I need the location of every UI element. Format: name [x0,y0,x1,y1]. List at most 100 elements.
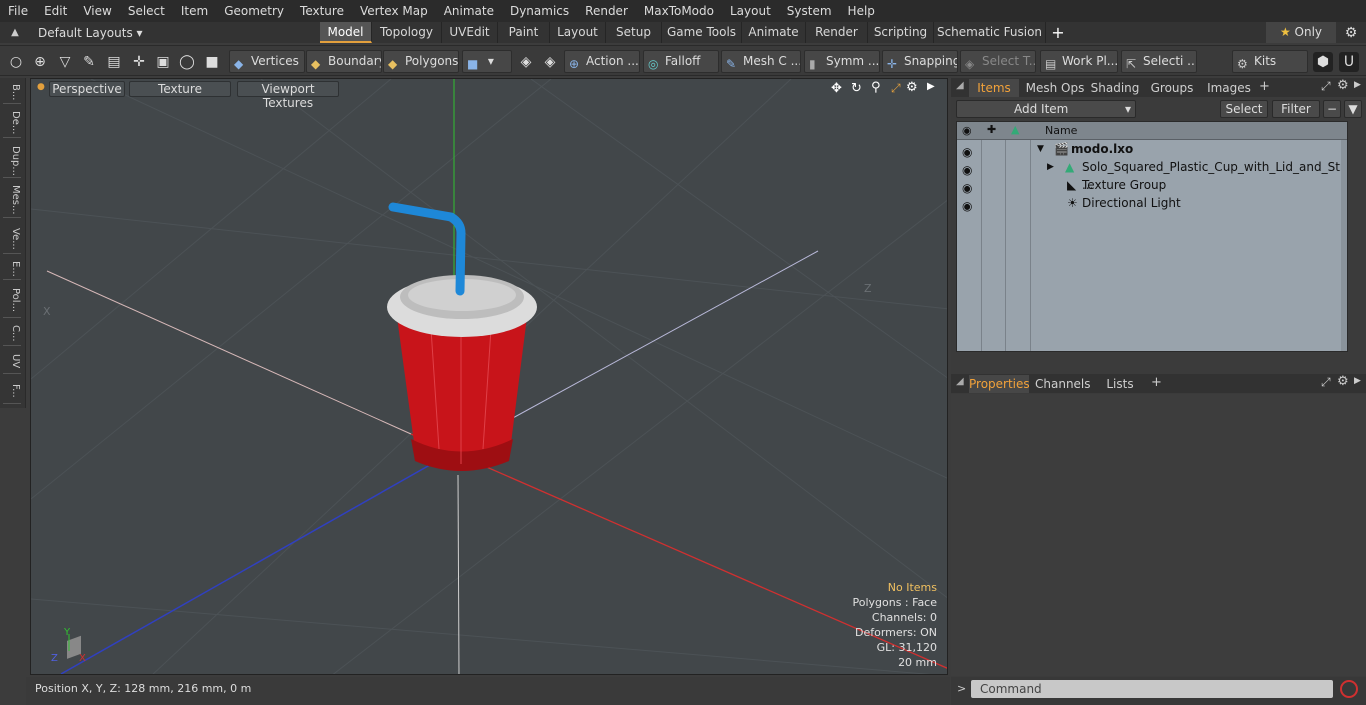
left-tab-curve[interactable]: C... [3,322,21,346]
collapse-icon[interactable]: − [1323,100,1341,118]
add-tab-icon[interactable]: + [1046,23,1070,42]
item-row-scene[interactable]: ◉ ▼ 🎬 modo.lxo [957,140,1347,159]
item-row-directional-light[interactable]: ◉ ☀ Directional Light [957,194,1347,213]
add-panel-tab-icon[interactable]: + [1259,79,1270,94]
viewport-options-dot[interactable]: ● [37,82,45,92]
zoom-view-icon[interactable]: ⚲ [871,80,881,95]
visibility-column-icon[interactable]: ◉ [962,124,972,137]
tab-channels[interactable]: Channels [1035,375,1091,393]
symmetry-button[interactable]: ▮ Symm ... [804,50,880,73]
left-tab-duplicate[interactable]: Dup... [3,144,21,178]
eye-icon[interactable]: ◉ [962,197,974,213]
tab-layout[interactable]: Layout [550,22,606,43]
properties-gear-icon[interactable]: ⚙ [1337,374,1349,389]
3d-viewport[interactable]: X Z Y Z X ● Perspective Texture Viewport… [30,78,948,675]
expand-arrow-icon[interactable]: ▶ [1047,158,1054,176]
menu-animate[interactable]: Animate [436,0,502,22]
panel-arrow-icon[interactable]: ▶ [1354,80,1361,90]
left-tab-basic[interactable]: B... [3,82,21,104]
menu-edit[interactable]: Edit [36,0,75,22]
viewport-settings-icon[interactable]: ⚙ [906,80,918,95]
pen-icon[interactable]: ▽ [55,52,75,72]
layers-icon[interactable]: ▤ [104,52,124,72]
properties-arrow-icon[interactable]: ▶ [1354,376,1361,386]
cup-model[interactable] [387,202,537,471]
tab-shading[interactable]: Shading [1089,79,1141,97]
eye-icon[interactable]: ◉ [962,161,974,177]
polygons-button[interactable]: ◆ Polygons [383,50,459,73]
menu-texture[interactable]: Texture [292,0,352,22]
expand-arrow-icon[interactable]: ▼ [1037,140,1044,158]
menu-layout[interactable]: Layout [722,0,779,22]
tab-schematic-fusion[interactable]: Schematic Fusion [934,22,1046,43]
panel-expand-icon[interactable]: ⤢ [1321,79,1331,94]
menu-select[interactable]: Select [120,0,173,22]
perspective-button[interactable]: Perspective [49,81,125,97]
tab-uvedit[interactable]: UVEdit [442,22,498,43]
type-column-icon[interactable]: ▲ [1011,123,1019,136]
gear-icon[interactable]: ⚙ [1336,25,1366,41]
panel-gear-icon[interactable]: ⚙ [1337,78,1349,93]
only-toggle[interactable]: ★ Only [1266,22,1336,43]
work-plane-button[interactable]: ▤ Work Pl... [1040,50,1118,73]
texture-button[interactable]: Texture [129,81,231,97]
menu-system[interactable]: System [779,0,840,22]
name-column-header[interactable]: Name [1045,124,1077,137]
tab-topology[interactable]: Topology [372,22,442,43]
tab-mesh-ops[interactable]: Mesh Ops [1025,79,1085,97]
menu-dynamics[interactable]: Dynamics [502,0,577,22]
left-tab-polygon[interactable]: Pol... [3,284,21,318]
tab-animate[interactable]: Animate [742,22,806,43]
menu-file[interactable]: File [0,0,36,22]
panel-menu-icon[interactable]: ◢ [956,80,964,91]
cube-icon[interactable]: ■ [202,52,222,72]
menu-item[interactable]: Item [173,0,216,22]
item-row-texture-group[interactable]: ◉ ◣ Texture Group [957,176,1347,195]
mesh-constraint-button[interactable]: ✎ Mesh C ... [721,50,801,73]
menu-geometry[interactable]: Geometry [216,0,292,22]
action-center-button[interactable]: ⊕ Action ... [564,50,640,73]
add-properties-tab-icon[interactable]: + [1151,375,1162,390]
filter-funnel-icon[interactable]: ▼ [1344,100,1362,118]
eye-icon[interactable]: ◉ [962,143,974,159]
snap-box-icon[interactable]: ▣ [153,52,173,72]
left-tab-vertex[interactable]: Ve... [3,224,21,254]
tab-game-tools[interactable]: Game Tools [662,22,742,43]
viewport-expand-icon[interactable]: ▶ [927,81,935,92]
unreal-icon[interactable]: U [1339,52,1359,72]
left-tab-edge[interactable]: E... [3,258,21,280]
record-icon[interactable] [1340,680,1358,698]
properties-menu-icon[interactable]: ◢ [956,376,964,387]
tab-groups[interactable]: Groups [1147,79,1197,97]
tab-paint[interactable]: Paint [498,22,550,43]
left-tab-deform[interactable]: De... [3,108,21,138]
filter-button[interactable]: Filter [1272,100,1320,118]
item-mode-dropdown[interactable]: ■ ▾ [462,50,512,73]
left-tab-fusion[interactable]: F... [3,378,21,404]
eye-icon[interactable]: ◉ [962,179,974,195]
maximize-view-icon[interactable]: ⤢ [891,81,901,96]
tab-lists[interactable]: Lists [1097,375,1143,393]
add-item-dropdown[interactable]: Add Item ▾ [956,100,1136,118]
select-through-button[interactable]: ◈ Select T... [960,50,1036,73]
menu-view[interactable]: View [75,0,119,22]
left-tab-uv[interactable]: UV [3,350,21,374]
globe-icon[interactable]: ⊕ [30,52,50,72]
vertices-button[interactable]: ◆ Vertices [229,50,305,73]
lock-column-icon[interactable]: ✚ [987,123,996,136]
menu-render[interactable]: Render [577,0,636,22]
rotate-icon[interactable]: ◯ [177,52,197,72]
falloff-button[interactable]: ◎ Falloff [643,50,719,73]
symmetry-shield-icon[interactable]: ◈ [516,52,536,72]
menu-help[interactable]: Help [840,0,883,22]
properties-expand-icon[interactable]: ⤢ [1321,375,1331,390]
transform-icon[interactable]: ✛ [129,52,149,72]
kits-button[interactable]: ⚙ Kits [1232,50,1308,73]
boundary-button[interactable]: ◆ Boundary [306,50,382,73]
snapping-button[interactable]: ✛ Snapping [882,50,958,73]
command-input[interactable]: Command [971,680,1333,698]
viewport-textures-button[interactable]: Viewport Textures [237,81,339,110]
default-layouts-dropdown[interactable]: Default Layouts ▾ [30,26,320,40]
menu-maxtomodo[interactable]: MaxToModo [636,0,722,22]
tab-properties[interactable]: Properties [969,375,1030,393]
